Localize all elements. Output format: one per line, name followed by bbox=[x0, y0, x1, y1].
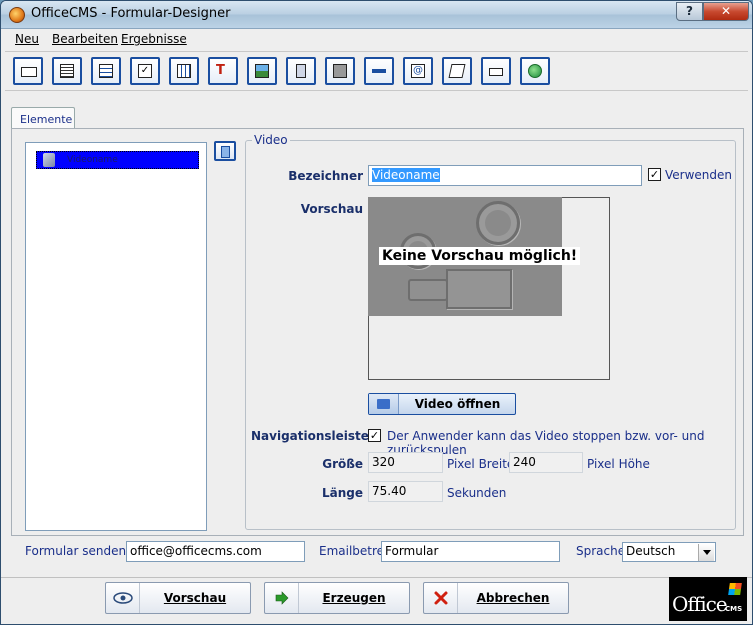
menu-bar: Neu Bearbeiten Ergebnisse bbox=[1, 30, 752, 48]
separator-icon[interactable] bbox=[364, 57, 394, 85]
verwenden-checkbox[interactable]: ✓ bbox=[648, 168, 661, 181]
help-button[interactable]: ? bbox=[676, 2, 703, 21]
menu-bearbeiten[interactable]: Bearbeiten bbox=[52, 32, 118, 46]
bezeichner-input[interactable]: Videoname bbox=[368, 165, 642, 186]
textarea-icon[interactable] bbox=[52, 57, 82, 85]
list-item[interactable]: Videoname bbox=[36, 151, 199, 169]
textfield-icon[interactable] bbox=[13, 57, 43, 85]
text-format-icon[interactable]: T bbox=[208, 57, 238, 85]
laenge-input[interactable]: 75.40 bbox=[368, 481, 443, 502]
generate-label: Erzeugen bbox=[322, 591, 386, 605]
width-unit: Pixel Breite bbox=[447, 457, 515, 471]
verwenden-label: Verwenden bbox=[665, 168, 733, 182]
table-icon[interactable] bbox=[169, 57, 199, 85]
send-email-input[interactable]: office@officecms.com bbox=[126, 541, 305, 562]
form-icon[interactable] bbox=[442, 57, 472, 85]
chevron-down-icon[interactable] bbox=[698, 544, 714, 561]
height-input[interactable]: 240 bbox=[509, 452, 583, 473]
tab-elemente[interactable]: Elemente bbox=[11, 107, 75, 129]
window-title: OfficeCMS - Formular-Designer bbox=[31, 6, 231, 21]
preview-button[interactable]: Vorschau bbox=[105, 582, 251, 614]
arrow-right-icon bbox=[265, 583, 299, 613]
navigationsleiste-label: Navigationsleiste bbox=[251, 429, 369, 443]
element-properties-button[interactable] bbox=[214, 141, 236, 161]
close-button[interactable]: ✕ bbox=[703, 2, 749, 21]
toolbar: ✓ T @ bbox=[5, 51, 748, 91]
globe-icon[interactable] bbox=[520, 57, 550, 85]
laenge-unit: Sekunden bbox=[447, 486, 507, 500]
menu-neu[interactable]: Neu bbox=[15, 32, 39, 46]
video-icon bbox=[43, 153, 55, 167]
open-video-button[interactable]: Video öffnen bbox=[368, 393, 516, 415]
title-bar[interactable]: OfficeCMS - Formular-Designer ? ✕ bbox=[1, 1, 752, 29]
box-icon[interactable] bbox=[481, 57, 511, 85]
bezeichner-label: Bezeichner bbox=[288, 169, 363, 183]
preview-message: Keine Vorschau möglich! bbox=[379, 247, 581, 265]
subject-input[interactable]: Formular bbox=[381, 541, 560, 562]
height-unit: Pixel Höhe bbox=[587, 457, 650, 471]
groesse-label: Größe bbox=[322, 457, 363, 471]
image-icon[interactable] bbox=[247, 57, 277, 85]
cancel-label: Abbrechen bbox=[476, 591, 550, 605]
width-input[interactable]: 320 bbox=[368, 452, 443, 473]
laenge-label: Länge bbox=[321, 486, 363, 500]
generate-button[interactable]: Erzeugen bbox=[264, 582, 410, 614]
x-icon bbox=[424, 583, 458, 613]
checkbox-icon[interactable]: ✓ bbox=[130, 57, 160, 85]
language-label: Sprache bbox=[576, 544, 626, 558]
video-group-title: Video bbox=[252, 133, 290, 147]
officecms-logo: Office CMS bbox=[669, 577, 747, 621]
preview-label: Vorschau bbox=[163, 591, 227, 605]
menu-ergebnisse[interactable]: Ergebnisse bbox=[121, 32, 187, 46]
frame-icon[interactable] bbox=[325, 57, 355, 85]
cancel-button[interactable]: Abbrechen bbox=[423, 582, 569, 614]
file-icon[interactable] bbox=[286, 57, 316, 85]
list-item-label: Videoname bbox=[67, 155, 118, 165]
vorschau-label: Vorschau bbox=[300, 202, 363, 216]
windows-flag-icon bbox=[728, 583, 742, 595]
email-icon[interactable]: @ bbox=[403, 57, 433, 85]
element-list[interactable]: Videoname bbox=[25, 142, 207, 531]
list-icon[interactable] bbox=[91, 57, 121, 85]
open-video-label: Video öffnen bbox=[414, 397, 501, 411]
folder-icon bbox=[369, 394, 399, 414]
app-window: OfficeCMS - Formular-Designer ? ✕ Neu Be… bbox=[0, 0, 753, 625]
app-icon bbox=[9, 7, 25, 23]
eye-icon bbox=[106, 583, 140, 613]
navigationsleiste-checkbox[interactable]: ✓ bbox=[368, 429, 381, 442]
